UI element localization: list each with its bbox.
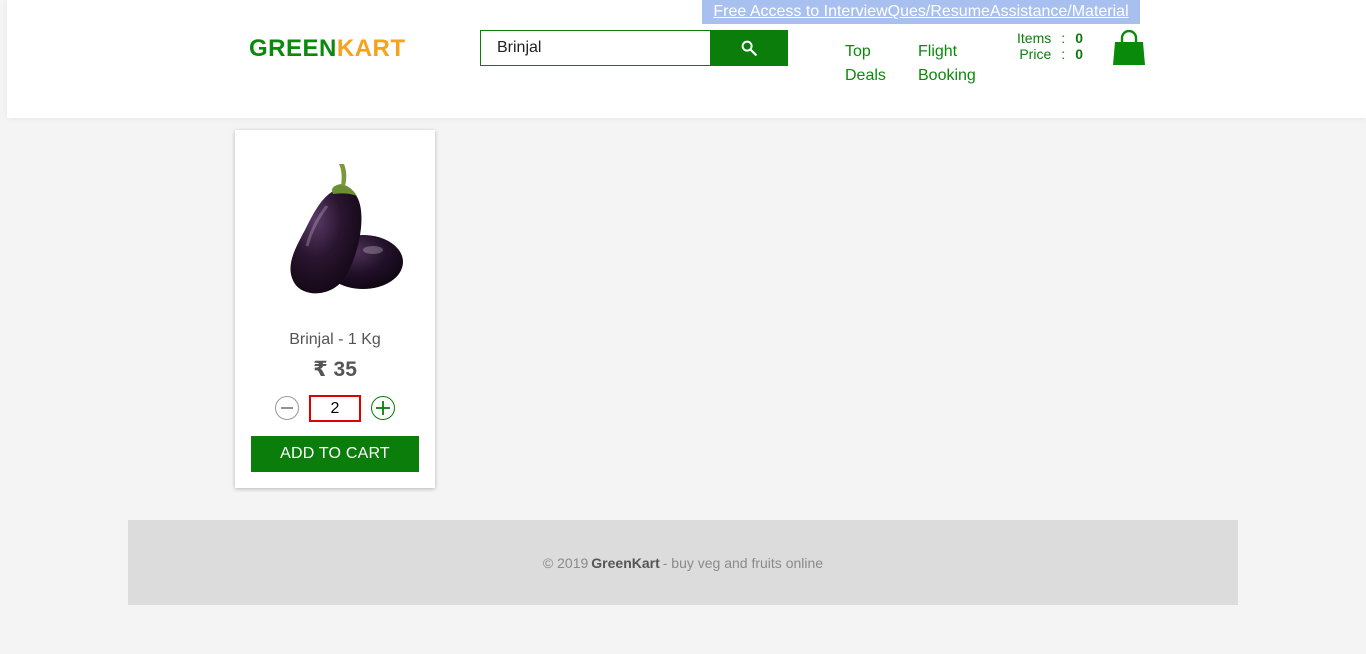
cart-items-count: 0 bbox=[1075, 30, 1084, 46]
nav-flight-booking[interactable]: Flight Booking bbox=[918, 40, 976, 88]
cart-price-label: Price bbox=[1019, 46, 1052, 62]
search-input[interactable] bbox=[480, 30, 711, 66]
brinjal-image bbox=[255, 150, 415, 310]
product-name: Brinjal - 1 Kg bbox=[289, 331, 381, 348]
cart-price-row: Price : 0 bbox=[1017, 46, 1087, 62]
cart-info: Items : 0 Price : 0 bbox=[1017, 30, 1087, 62]
cart-button[interactable] bbox=[1112, 29, 1146, 66]
cart-items-row: Items : 0 bbox=[1017, 30, 1087, 46]
brand-logo: GREENKART bbox=[249, 35, 406, 63]
footer: © 2019 GreenKart - buy veg and fruits on… bbox=[128, 520, 1238, 605]
nav-top-deals[interactable]: Top Deals bbox=[845, 40, 886, 88]
footer-tagline: - buy veg and fruits online bbox=[662, 554, 824, 571]
search-icon bbox=[741, 40, 757, 56]
cart-items-label: Items bbox=[1017, 30, 1052, 46]
quantity-input[interactable] bbox=[309, 395, 361, 422]
nav-flight-booking-line1: Flight bbox=[918, 43, 958, 60]
product-price: ₹ 35 bbox=[313, 358, 357, 381]
cart-price-separator: : bbox=[1061, 46, 1066, 62]
cart-price-value: 0 bbox=[1075, 46, 1084, 62]
search-button[interactable] bbox=[710, 30, 788, 66]
cart-items-separator: : bbox=[1061, 30, 1066, 46]
footer-brand: GreenKart bbox=[591, 554, 660, 571]
header: Free Access to InterviewQues/ResumeAssis… bbox=[7, 0, 1366, 118]
shopping-bag-icon bbox=[1113, 29, 1145, 65]
footer-copyright: © 2019 bbox=[542, 554, 589, 571]
nav-top-deals-line1: Top bbox=[845, 43, 871, 60]
quantity-stepper bbox=[235, 395, 435, 422]
brand-logo-kart: KART bbox=[336, 35, 406, 62]
promo-link[interactable]: Free Access to InterviewQues/ResumeAssis… bbox=[702, 0, 1140, 24]
plus-icon bbox=[376, 401, 390, 415]
nav-top-deals-line2: Deals bbox=[845, 67, 886, 84]
product-card: Brinjal - 1 Kg ₹ 35 ADD TO CART bbox=[235, 130, 435, 488]
nav-flight-booking-line2: Booking bbox=[918, 67, 976, 84]
brand-logo-green: GREEN bbox=[249, 35, 337, 62]
increment-button[interactable] bbox=[371, 396, 395, 420]
decrement-button[interactable] bbox=[275, 396, 299, 420]
add-to-cart-button[interactable]: ADD TO CART bbox=[251, 436, 419, 472]
minus-icon bbox=[281, 407, 293, 409]
